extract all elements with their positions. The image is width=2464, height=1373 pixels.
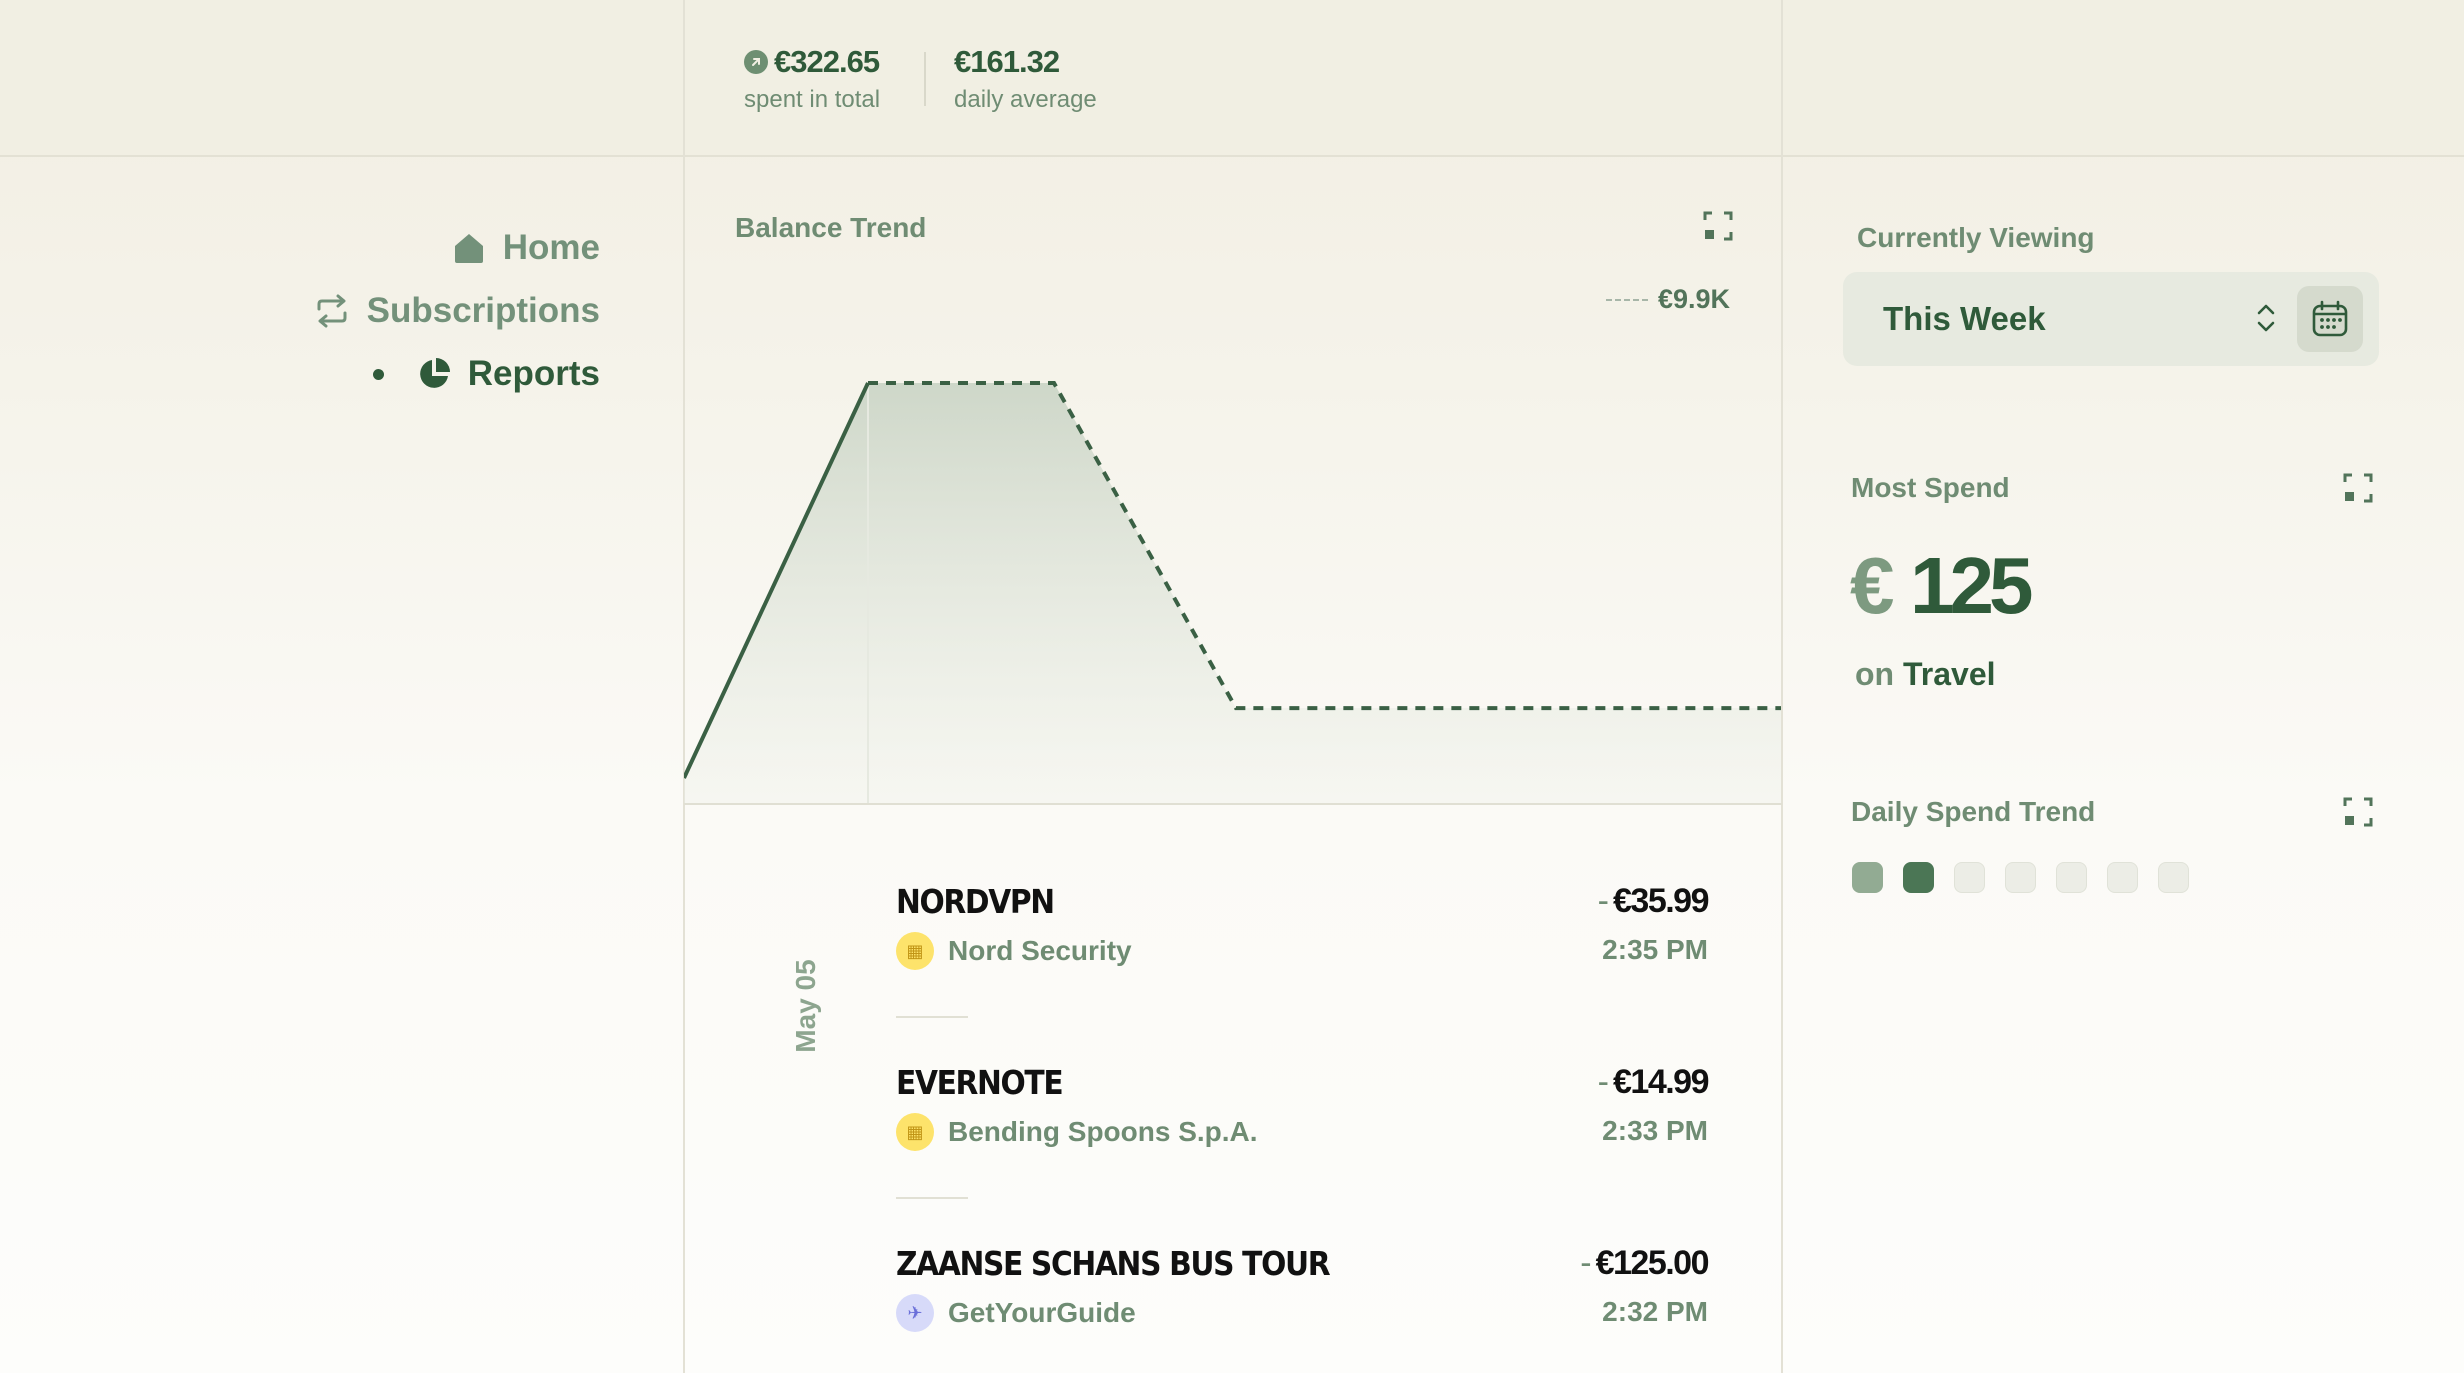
transaction-divider: [896, 1016, 968, 1018]
nav-item-subscriptions[interactable]: Subscriptions: [313, 291, 600, 331]
currently-viewing-label: Currently Viewing: [1857, 222, 2095, 253]
transaction-name: ZAANSE SCHANS BUS TOUR: [896, 1244, 1331, 1283]
amount-value: €125.00: [1595, 1244, 1710, 1282]
daily-average-label: daily average: [954, 86, 1097, 113]
arrow-up-right-icon: [744, 50, 768, 74]
amount-sign: -: [1597, 1063, 1609, 1101]
transaction-time: 2:33 PM: [1602, 1115, 1708, 1146]
chevron-up-down-icon: [2257, 304, 2275, 332]
amount-value: €14.99: [1613, 1063, 1710, 1101]
most-spend-title: Most Spend: [1851, 472, 2010, 503]
home-icon: [454, 234, 483, 263]
balance-trend-title: Balance Trend: [735, 212, 927, 243]
transaction-time: 2:35 PM: [1602, 934, 1708, 965]
plane-icon: ✈: [896, 1294, 934, 1332]
pie-chart-icon: [419, 358, 450, 388]
daily-spend-square: [1852, 862, 1883, 893]
daily-average-stat: €161.32 daily average: [954, 44, 1097, 114]
most-spend-currency: €: [1850, 541, 1894, 630]
transaction-name: NORDVPN: [896, 882, 1055, 921]
nav-item-home[interactable]: Home: [451, 228, 600, 268]
transaction-name: EVERNOTE: [896, 1063, 1064, 1102]
expand-icon[interactable]: [1702, 210, 1734, 242]
repeat-icon: [317, 294, 347, 328]
most-spend-amount: 125: [1910, 541, 2034, 630]
most-spend-prefix: on: [1855, 656, 1895, 692]
nav-label-home: Home: [502, 228, 600, 267]
most-spend-category: Travel: [1902, 656, 1996, 692]
transaction-divider: [896, 1197, 968, 1199]
total-spent-value: €322.65: [774, 44, 880, 79]
expand-icon[interactable]: [2342, 796, 2374, 828]
nav-label-subscriptions: Subscriptions: [366, 291, 600, 330]
calendar-button[interactable]: [2297, 286, 2363, 352]
yellow-badge-icon: ▦: [896, 932, 934, 970]
yellow-badge-icon: ▦: [896, 1113, 934, 1151]
right-divider: [1781, 0, 1783, 1373]
merchant-name: Bending Spoons S.p.A.: [948, 1116, 1258, 1147]
transaction-amount: - €35.99: [1597, 882, 1710, 921]
nav-item-reports[interactable]: Reports: [372, 354, 600, 394]
transaction-amount: - €125.00: [1580, 1244, 1710, 1283]
balance-trend-chart: [684, 381, 1781, 803]
daily-spend-trend-title: Daily Spend Trend: [1851, 796, 2096, 827]
transaction-merchant: ✈ GetYourGuide: [896, 1294, 1136, 1332]
transaction-time: 2:32 PM: [1602, 1296, 1708, 1327]
merchant-name: Nord Security: [948, 935, 1132, 966]
total-spent-stat: €322.65 spent in total: [744, 44, 880, 114]
daily-spend-square: [2107, 862, 2138, 893]
stat-divider: [924, 52, 926, 106]
daily-average-value: €161.32: [954, 44, 1060, 79]
transaction-amount: - €14.99: [1597, 1063, 1710, 1102]
daily-spend-square: [1954, 862, 1985, 893]
period-select[interactable]: This Week: [1843, 272, 2379, 366]
transaction-merchant: ▦ Bending Spoons S.p.A.: [896, 1113, 1258, 1151]
transaction-merchant: ▦ Nord Security: [896, 932, 1132, 970]
daily-spend-squares: [1852, 862, 2189, 893]
transaction-date: May 05: [790, 959, 821, 1053]
daily-spend-square: [1903, 862, 1934, 893]
trend-area: [684, 383, 1781, 803]
amount-value: €35.99: [1613, 882, 1710, 920]
most-spend-category-line: on Travel: [1855, 656, 1996, 693]
expand-icon[interactable]: [2342, 472, 2374, 504]
amount-sign: -: [1597, 882, 1609, 920]
top-bar: [0, 0, 2464, 157]
calendar-icon: [2312, 300, 2348, 337]
period-select-value: This Week: [1883, 300, 2046, 337]
nav-label-reports: Reports: [467, 354, 600, 393]
merchant-name: GetYourGuide: [948, 1297, 1136, 1328]
active-indicator: [372, 368, 384, 380]
daily-spend-square: [2056, 862, 2087, 893]
amount-sign: -: [1580, 1244, 1592, 1282]
total-spent-label: spent in total: [744, 86, 881, 113]
chart-baseline: [684, 803, 1782, 805]
daily-spend-square: [2005, 862, 2036, 893]
daily-spend-square: [2158, 862, 2189, 893]
